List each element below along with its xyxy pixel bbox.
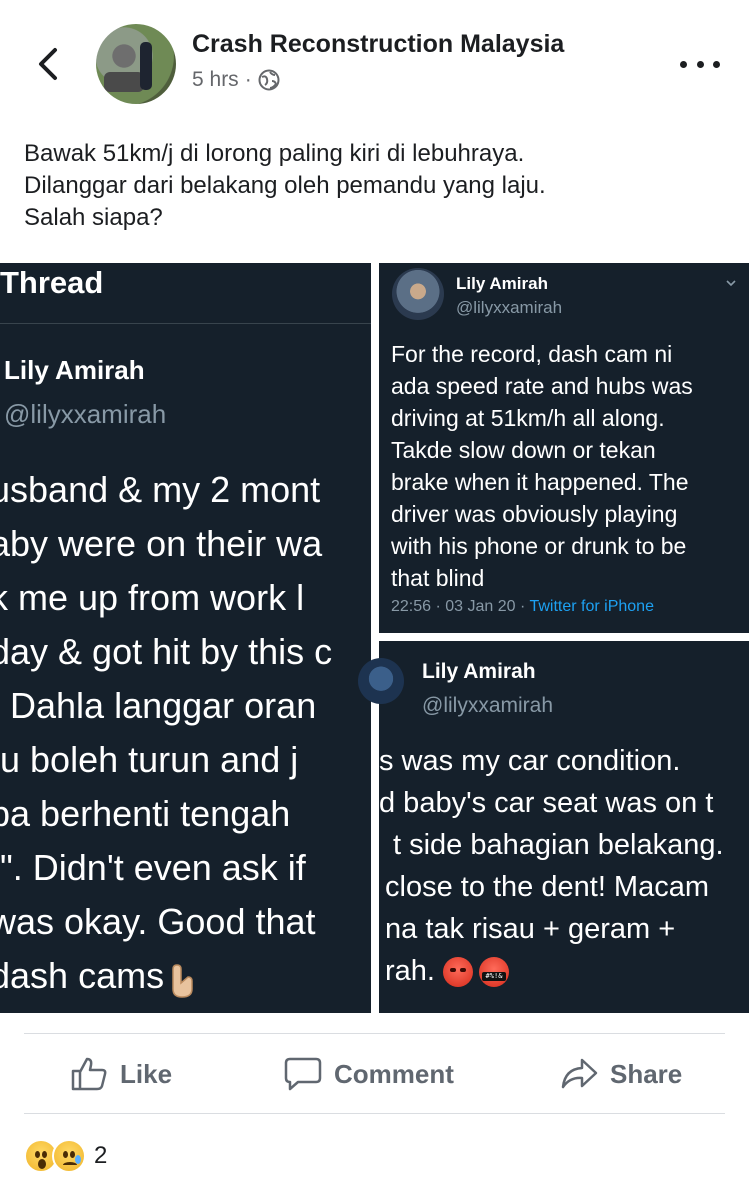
page-avatar[interactable] xyxy=(96,24,176,104)
photo-left[interactable]: Thread Lily Amirah @lilyxxamirah usband … xyxy=(0,263,371,1013)
tweet-author-handle: @lilyxxamirah xyxy=(422,694,554,717)
reaction-count: 2 xyxy=(94,1142,108,1169)
sad-reaction-icon xyxy=(52,1139,86,1173)
tweet-line: t side bahagian belakang. xyxy=(393,829,724,861)
page-name[interactable]: Crash Reconstruction Malaysia xyxy=(192,30,564,59)
post-timestamp[interactable]: 5 hrs xyxy=(192,68,239,92)
tweet-meta: 22:56 · 03 Jan 20 · Twitter for iPhone xyxy=(391,598,654,616)
tweet-line: Takde slow down or tekan xyxy=(391,437,656,463)
tweet-line: pa berhenti tengah xyxy=(0,793,291,834)
tweet-line: brake when it happened. The xyxy=(391,469,689,495)
caption-line: Bawak 51km/j di lorong paling kiri di le… xyxy=(24,140,525,167)
tweet-line: was okay. Good that xyxy=(0,901,316,942)
cursing-face-icon: #%!& xyxy=(478,957,509,988)
share-arrow-icon xyxy=(561,1058,598,1089)
tweet-line: dash cams xyxy=(0,955,165,996)
share-button[interactable]: Share xyxy=(560,1050,682,1098)
tweet-line: close to the dent! Macam xyxy=(385,871,709,903)
more-dot xyxy=(713,60,720,68)
comment-label: Comment xyxy=(334,1058,454,1089)
tweet-body: usband & my 2 mont aby were on their wa … xyxy=(0,463,332,1003)
tweet-line: rah. xyxy=(385,955,435,987)
tweet-line: driver was obviously playing xyxy=(391,501,678,527)
tweet-line: na tak risau + geram + xyxy=(385,913,676,945)
comment-button[interactable]: Comment xyxy=(284,1050,454,1098)
post-header: Crash Reconstruction Malaysia 5 hrs · xyxy=(0,0,749,120)
tweet-author-handle: @lilyxxamirah xyxy=(4,399,167,429)
angry-face-icon xyxy=(442,957,473,988)
chevron-left-icon xyxy=(39,48,57,80)
tweet-line: with his phone or drunk to be xyxy=(391,533,687,559)
tweet-source: Twitter for iPhone xyxy=(529,598,654,615)
more-dots-icon xyxy=(680,60,687,68)
tweet-line: For the record, dash cam ni xyxy=(391,341,673,367)
divider xyxy=(24,1113,725,1114)
tweet-body: For the record, dash cam ni ada speed ra… xyxy=(391,338,743,594)
like-label: Like xyxy=(120,1058,173,1089)
like-button[interactable]: Like xyxy=(70,1050,172,1098)
thread-title: Thread xyxy=(0,265,104,300)
globe-icon xyxy=(258,69,280,91)
tweet-line: driving at 51km/h all along. xyxy=(391,405,665,431)
divider xyxy=(0,323,371,324)
tweet-avatar xyxy=(358,658,404,704)
back-button[interactable] xyxy=(30,44,66,84)
tweet-line: . Dahla langgar oran xyxy=(0,685,317,726)
tweet-author-name: Lily Amirah xyxy=(456,274,548,293)
chevron-down-icon xyxy=(726,280,736,287)
tweet-line: d baby's car seat was on t xyxy=(379,787,714,819)
post-caption: Bawak 51km/j di lorong paling kiri di le… xyxy=(24,138,724,234)
tweet-timestamp: 22:56 · 03 Jan 20 · xyxy=(391,598,530,615)
pointing-down-icon xyxy=(168,960,196,999)
tweet-author-name: Lily Amirah xyxy=(422,660,536,683)
tweet-line: k me up from work l xyxy=(0,577,305,618)
reactions-summary[interactable]: 2 xyxy=(24,1136,107,1176)
comment-icon xyxy=(284,1057,322,1091)
tweet-author-handle: @lilyxxamirah xyxy=(456,298,563,317)
post-meta: 5 hrs · xyxy=(192,68,280,92)
caption-line: Salah siapa? xyxy=(24,204,163,231)
share-label: Share xyxy=(610,1058,683,1089)
cursing-symbols: #%!& xyxy=(481,972,506,982)
caption-line: Dilanggar dari belakang oleh pemandu yan… xyxy=(24,172,546,199)
tweet-line-last: rah. #%!& xyxy=(379,950,749,992)
tweet-line: that blind xyxy=(391,565,485,591)
tweet-line: ada speed rate and hubs was xyxy=(391,373,693,399)
meta-separator: · xyxy=(244,68,252,91)
more-options-button[interactable] xyxy=(680,50,720,78)
tweet-line: day & got hit by this c xyxy=(0,631,333,672)
thumbs-up-icon xyxy=(71,1057,107,1091)
divider xyxy=(24,1033,725,1034)
tweet-line: tu boleh turun and j xyxy=(0,739,299,780)
more-dot xyxy=(696,60,704,68)
tweet-line: usband & my 2 mont xyxy=(0,469,321,510)
tweet-line: s was my car condition. xyxy=(379,745,681,777)
tweet-line: aby were on their wa xyxy=(0,523,323,564)
tweet-author-name: Lily Amirah xyxy=(4,355,145,385)
tweet-body: s was my car condition. d baby's car sea… xyxy=(379,740,749,992)
tweet-line: !". Didn't even ask if xyxy=(0,847,306,888)
tweet-line-last: dash cams xyxy=(0,949,332,1003)
tweet-avatar xyxy=(392,268,444,320)
